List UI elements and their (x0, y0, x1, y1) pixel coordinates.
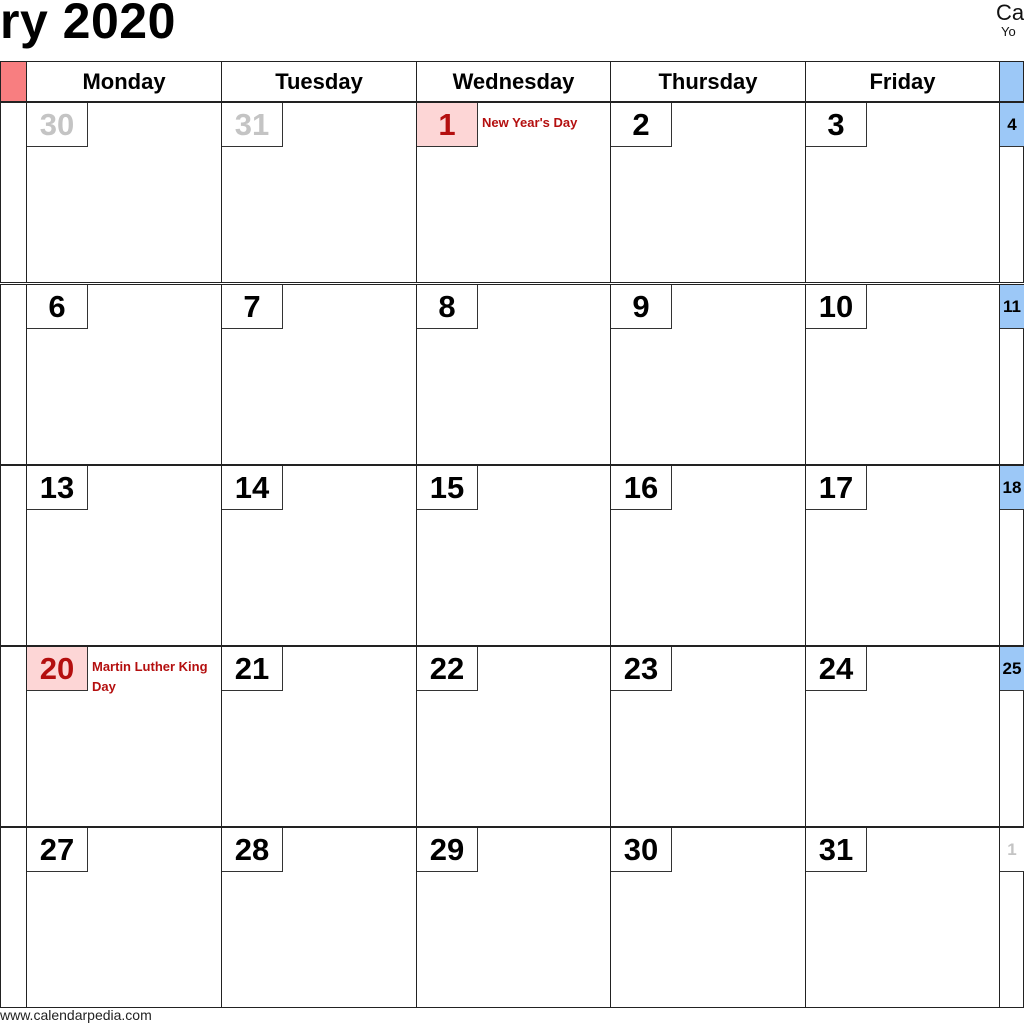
calendar-grid: Monday Tuesday Wednesday Thursday Friday 30 31… (0, 61, 1024, 1008)
date-number: 31 (222, 103, 283, 147)
day-cell: 14 (221, 465, 417, 646)
day-cell: 10 (805, 284, 1000, 465)
day-cell: 9 (610, 284, 806, 465)
date-number: 21 (222, 647, 283, 691)
day-cell: 22 (416, 646, 611, 827)
date-number: 23 (611, 647, 672, 691)
day-cell: 31 (221, 102, 417, 283)
day-cell: 2 (610, 102, 806, 283)
day-cell: 17 (805, 465, 1000, 646)
weekday-header (0, 61, 27, 102)
date-number: 24 (806, 647, 867, 691)
date-number: 3 (806, 103, 867, 147)
day-cell (0, 284, 27, 465)
date-number: 28 (222, 828, 283, 872)
holiday-label: Martin Luther King Day (92, 659, 208, 694)
day-cell: 27 (26, 827, 222, 1008)
day-cell: 1 New Year's Day (416, 102, 611, 283)
brand-tagline: Yo (1001, 24, 1016, 39)
date-number: 4 (1000, 103, 1024, 147)
day-cell: 18 (999, 465, 1024, 646)
day-cell: 7 (221, 284, 417, 465)
brand-name: Ca (996, 0, 1024, 25)
day-cell: 20 Martin Luther King Day (26, 646, 222, 827)
date-number: 27 (27, 828, 88, 872)
date-number: 17 (806, 466, 867, 510)
date-number: 15 (417, 466, 478, 510)
day-cell (0, 646, 27, 827)
day-cell: 4 (999, 102, 1024, 283)
weekday-header: Monday (26, 61, 222, 102)
calendar-title: ry 2020 (0, 0, 176, 49)
date-number: 11 (1000, 285, 1024, 329)
day-cell: 28 (221, 827, 417, 1008)
day-cell: 24 (805, 646, 1000, 827)
day-cell (0, 465, 27, 646)
date-number: 1 (1000, 828, 1024, 872)
day-cell: 30 (610, 827, 806, 1008)
date-number: 2 (611, 103, 672, 147)
date-number: 1 (417, 103, 478, 147)
weekday-header: Friday (805, 61, 1000, 102)
day-cell: 8 (416, 284, 611, 465)
date-number: 30 (27, 103, 88, 147)
date-number: 25 (1000, 647, 1024, 691)
day-cell: 16 (610, 465, 806, 646)
date-number: 18 (1000, 466, 1024, 510)
day-cell: 15 (416, 465, 611, 646)
day-cell: 23 (610, 646, 806, 827)
day-cell: 30 (26, 102, 222, 283)
date-number: 13 (27, 466, 88, 510)
date-number: 6 (27, 285, 88, 329)
day-cell (0, 102, 27, 283)
date-number: 10 (806, 285, 867, 329)
date-number: 31 (806, 828, 867, 872)
date-number: 22 (417, 647, 478, 691)
day-cell: 3 (805, 102, 1000, 283)
date-number: 30 (611, 828, 672, 872)
weekday-header: Wednesday (416, 61, 611, 102)
day-cell: 21 (221, 646, 417, 827)
day-cell: 25 (999, 646, 1024, 827)
date-number: 9 (611, 285, 672, 329)
date-number: 20 (27, 647, 88, 691)
day-cell: 31 (805, 827, 1000, 1008)
weekday-header: Tuesday (221, 61, 417, 102)
day-cell: 29 (416, 827, 611, 1008)
date-number: 29 (417, 828, 478, 872)
day-cell: 1 (999, 827, 1024, 1008)
day-cell: 11 (999, 284, 1024, 465)
date-number: 7 (222, 285, 283, 329)
date-number: 14 (222, 466, 283, 510)
weekday-header: Thursday (610, 61, 806, 102)
holiday-label: New Year's Day (482, 115, 578, 130)
weekday-header (999, 61, 1024, 102)
date-number: 16 (611, 466, 672, 510)
day-cell (0, 827, 27, 1008)
date-number: 8 (417, 285, 478, 329)
day-cell: 13 (26, 465, 222, 646)
footer-url: www.calendarpedia.com (0, 1007, 152, 1023)
day-cell: 6 (26, 284, 222, 465)
